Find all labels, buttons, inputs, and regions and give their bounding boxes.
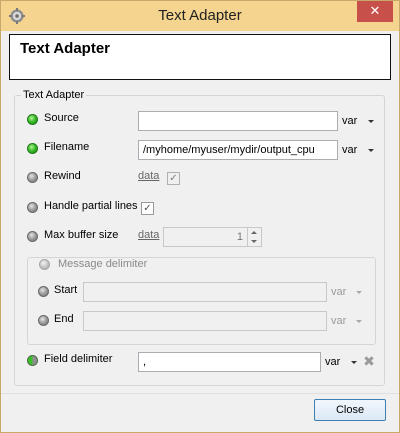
rewind-label: Rewind <box>44 170 81 182</box>
filename-input[interactable]: /myhome/myuser/mydir/output_cpu <box>138 140 338 160</box>
start-label: Start <box>54 284 78 296</box>
source-type-label: var <box>342 115 358 127</box>
status-led-icon <box>38 286 49 297</box>
status-led-icon <box>27 202 38 213</box>
rewind-checkbox[interactable]: ✓ <box>167 172 180 185</box>
status-led-icon <box>27 231 38 242</box>
caret-down-icon[interactable] <box>351 361 357 364</box>
field-delimiter-label: Field delimiter <box>44 353 113 365</box>
handle-partial-lines-label: Handle partial lines <box>44 200 138 212</box>
window-close-button[interactable]: ✕ <box>357 1 393 22</box>
end-type-label: var <box>331 315 347 327</box>
field-delimiter-input[interactable]: , <box>138 352 321 372</box>
footer-divider <box>1 393 399 394</box>
end-label: End <box>54 313 74 325</box>
max-buffer-type-link[interactable]: data <box>138 229 159 241</box>
status-led-icon <box>27 114 38 125</box>
stepper-down-icon[interactable] <box>251 240 257 243</box>
caret-down-icon[interactable] <box>368 120 374 123</box>
end-input[interactable] <box>83 311 327 331</box>
max-buffer-size-stepper[interactable]: 1 <box>163 227 262 247</box>
filename-label: Filename <box>44 141 90 153</box>
title-bar[interactable]: Text Adapter ✕ <box>1 1 399 31</box>
stepper-up-icon[interactable] <box>251 231 257 234</box>
group-legend: Text Adapter <box>23 89 85 101</box>
max-buffer-size-value: 1 <box>236 231 243 243</box>
status-led-icon <box>27 172 38 183</box>
dialog-header: Text Adapter <box>9 34 391 80</box>
header-title: Text Adapter <box>20 40 111 57</box>
handle-partial-lines-checkbox[interactable]: ✓ <box>141 202 154 215</box>
status-led-icon <box>39 259 50 270</box>
delete-icon[interactable]: ✖ <box>362 355 376 369</box>
close-button[interactable]: Close <box>314 399 386 421</box>
max-buffer-size-label: Max buffer size <box>44 229 119 241</box>
status-led-icon <box>38 315 49 326</box>
start-input[interactable] <box>83 282 327 302</box>
window-title: Text Adapter <box>158 7 242 24</box>
status-led-icon <box>27 143 38 154</box>
text-adapter-dialog: Text Adapter ✕ Text Adapter Text Adapter… <box>0 0 400 433</box>
field-delimiter-type-label: var <box>325 356 341 368</box>
source-label: Source <box>44 112 79 124</box>
source-input[interactable] <box>138 111 338 131</box>
start-type-label: var <box>331 286 347 298</box>
status-led-icon <box>27 355 38 366</box>
stepper-buttons[interactable] <box>247 228 261 246</box>
caret-down-icon[interactable] <box>356 291 362 294</box>
filename-type-label: var <box>342 144 358 156</box>
message-delimiter-legend: Message delimiter <box>56 258 150 270</box>
rewind-type-link[interactable]: data <box>138 170 159 182</box>
caret-down-icon[interactable] <box>356 320 362 323</box>
caret-down-icon[interactable] <box>368 149 374 152</box>
